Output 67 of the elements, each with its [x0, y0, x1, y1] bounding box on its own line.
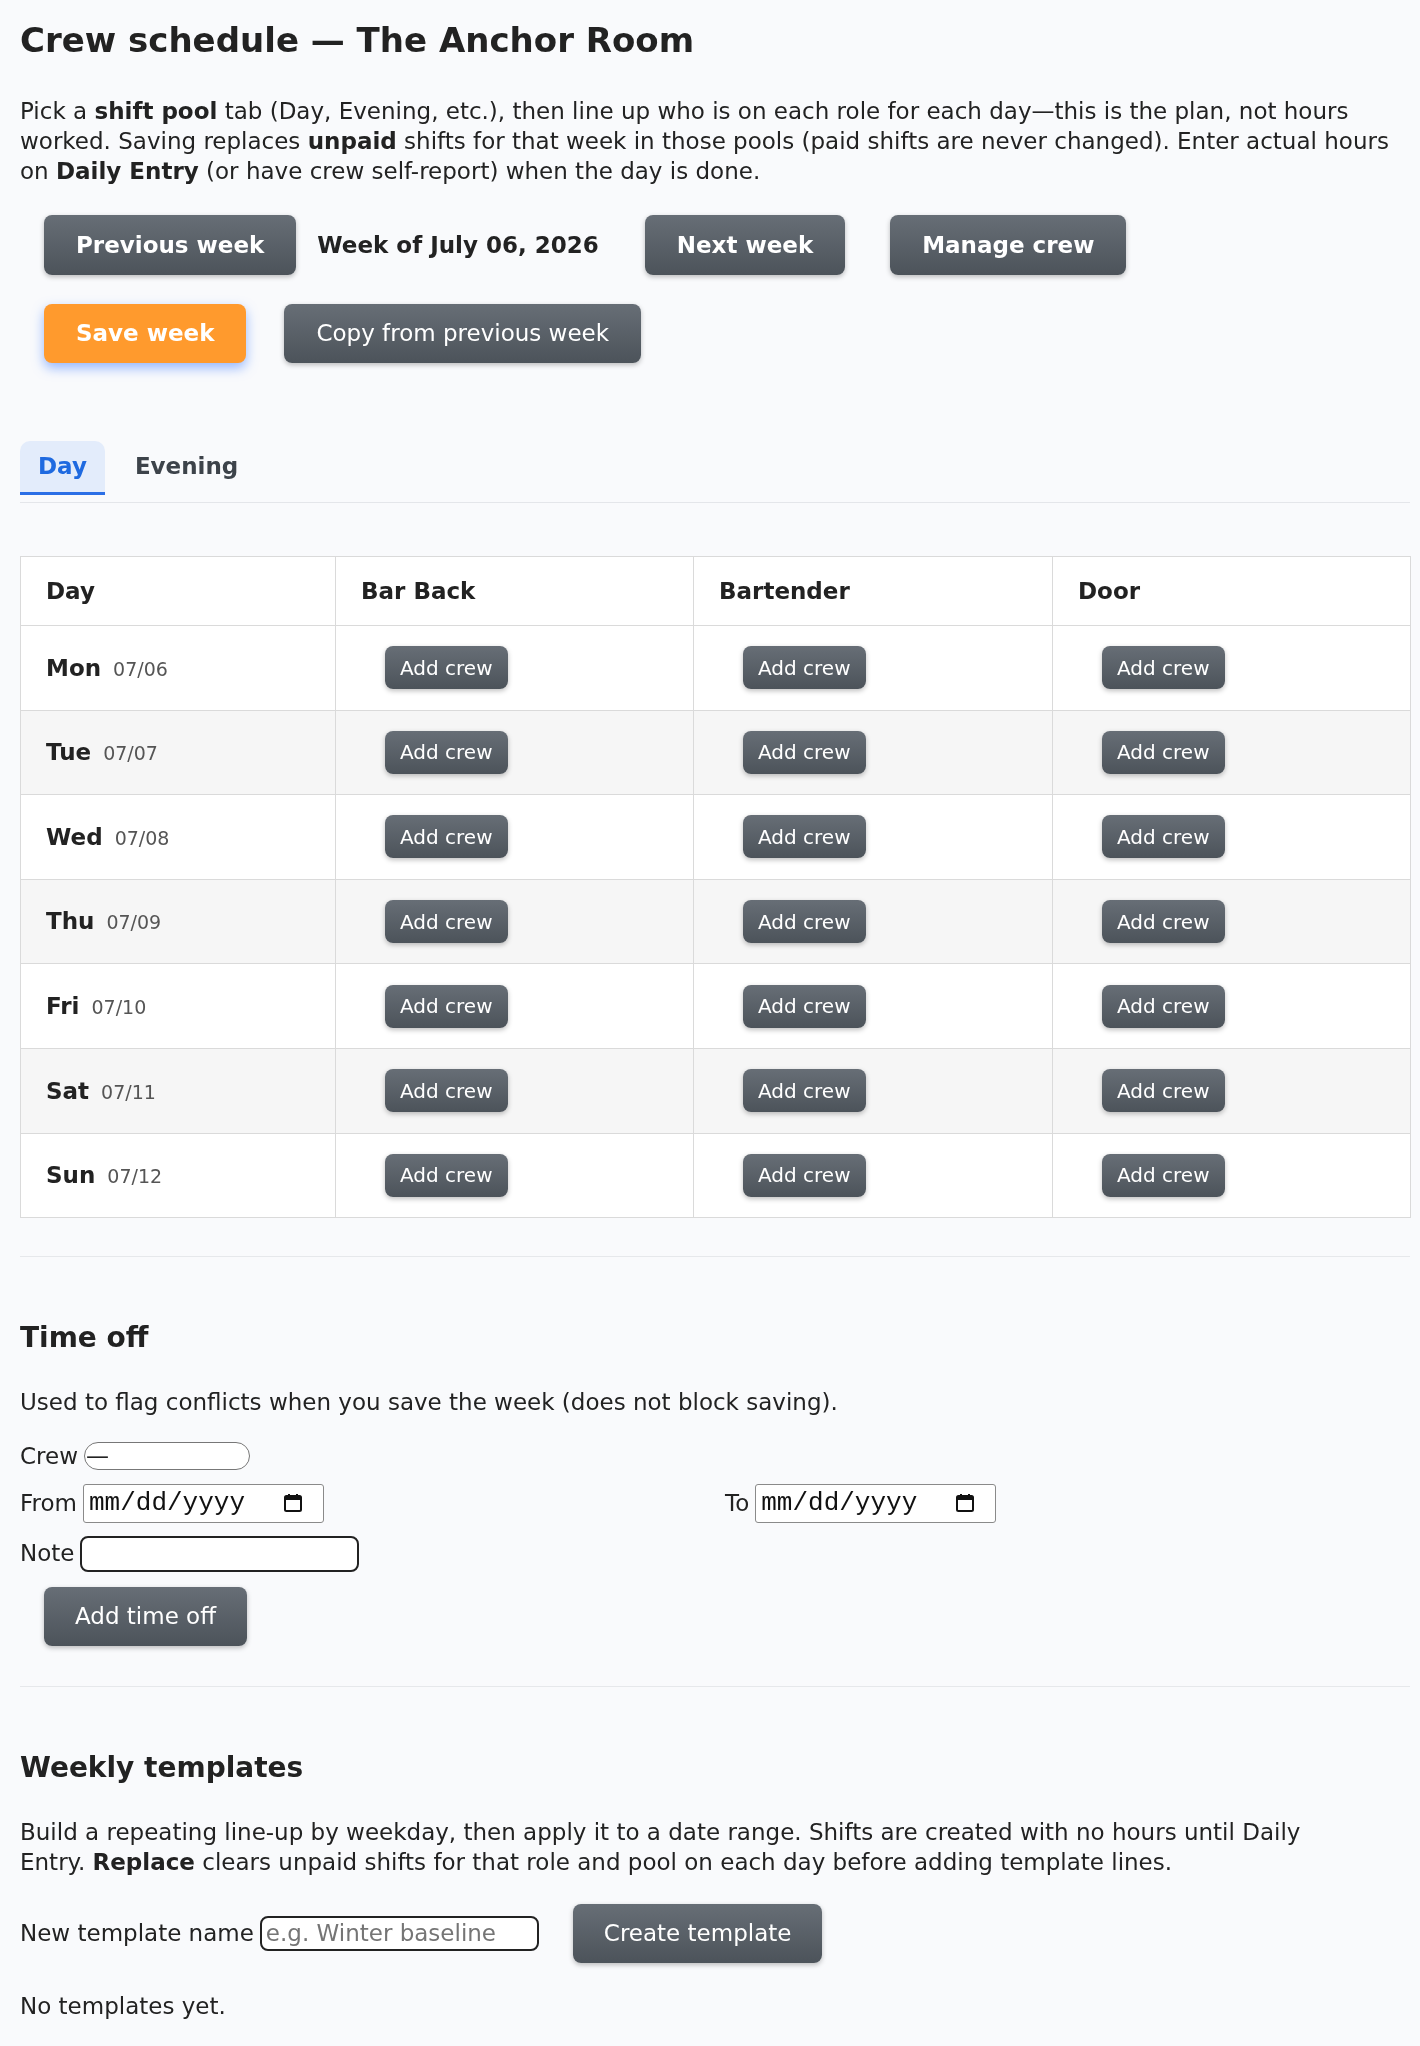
add-crew-button[interactable]: Add crew: [743, 730, 866, 774]
week-label: Week of July 06, 2026: [317, 230, 599, 260]
day-date: 07/12: [107, 1165, 163, 1188]
next-week-button[interactable]: Next week: [644, 215, 846, 275]
add-crew-button[interactable]: Add crew: [743, 646, 866, 690]
day-name: Sat: [46, 1077, 90, 1104]
add-crew-button[interactable]: Add crew: [1102, 1153, 1225, 1197]
add-crew-button[interactable]: Add crew: [1102, 730, 1225, 774]
note-label: Note: [20, 1539, 75, 1569]
crew-select[interactable]: —: [84, 1442, 250, 1471]
calendar-icon[interactable]: [283, 1493, 303, 1514]
add-crew-button[interactable]: Add crew: [385, 815, 508, 859]
add-crew-button[interactable]: Add crew: [385, 1153, 508, 1197]
note-input[interactable]: [80, 1535, 360, 1572]
template-name-label: New template name: [20, 1918, 254, 1948]
from-label: From: [20, 1488, 77, 1518]
add-crew-button[interactable]: Add crew: [743, 815, 866, 859]
column-header: Door: [1078, 577, 1141, 604]
day-date: 07/07: [103, 742, 158, 765]
pool-tab[interactable]: Day: [20, 441, 105, 495]
day-date: 07/11: [101, 1080, 156, 1103]
add-crew-button[interactable]: Add crew: [385, 646, 508, 690]
column-header: Bartender: [719, 577, 850, 604]
add-crew-button[interactable]: Add crew: [385, 900, 508, 944]
section-heading: Time off: [20, 1320, 149, 1357]
section-description: Used to flag conflicts when you save the week (does not block saving).: [20, 1388, 838, 1418]
day-name: Thu: [46, 908, 95, 935]
day-name: Mon: [46, 654, 102, 681]
day-date: 07/06: [113, 657, 168, 680]
create-template-button[interactable]: Create template: [572, 1903, 823, 1963]
add-crew-button[interactable]: Add crew: [1102, 646, 1225, 690]
add-crew-button[interactable]: Add crew: [1102, 1069, 1225, 1113]
day-date: 07/10: [91, 995, 147, 1018]
day-name: Fri: [46, 992, 80, 1019]
section-heading: Weekly templates: [20, 1749, 304, 1786]
add-crew-button[interactable]: Add crew: [1102, 815, 1225, 859]
date-field[interactable]: mm/dd/yyyy: [755, 1483, 997, 1523]
column-header: Bar Back: [361, 577, 476, 604]
day-date: 07/08: [114, 826, 170, 849]
day-name: Wed: [46, 823, 103, 850]
add-crew-button[interactable]: Add crew: [743, 900, 866, 944]
copy-button[interactable]: Copy from previous week: [284, 304, 641, 363]
pool-tab[interactable]: Evening: [116, 441, 257, 495]
add-crew-button[interactable]: Add crew: [743, 1069, 866, 1113]
section-description: Build a repeating line-up by weekday, then apply it to a date range. Shifts are created with no hours until Daily Entry. Replace clears unpaid shifts for that role and pool on each day before adding template lines.: [20, 1817, 1302, 1877]
crew-label: Crew: [20, 1442, 78, 1472]
date-field[interactable]: mm/dd/yyyy: [83, 1483, 324, 1523]
add-crew-button[interactable]: Add crew: [743, 1153, 866, 1197]
add-crew-button[interactable]: Add crew: [385, 730, 508, 774]
add-crew-button[interactable]: Add crew: [743, 984, 866, 1028]
add-time-off-button[interactable]: Add time off: [44, 1586, 248, 1646]
add-crew-button[interactable]: Add crew: [385, 984, 508, 1028]
add-crew-button[interactable]: Add crew: [1102, 900, 1225, 944]
to-label: To: [725, 1488, 750, 1518]
intro-paragraph: Pick a shift pool tab (Day, Evening, etc.), then line up who is on each role for each day—this is the plan, not hours worked. Saving replaces unpaid shifts for that week in those pools (paid shifts are never changed). Enter actual hours on Daily Entry (or have crew self-report) when the day is done.: [20, 97, 1390, 186]
previous-week-button[interactable]: Previous week: [44, 215, 297, 275]
manage-crew-button[interactable]: Manage crew: [890, 215, 1127, 275]
column-header: Day: [46, 577, 95, 604]
add-crew-button[interactable]: Add crew: [1102, 984, 1225, 1028]
page-title: Crew schedule — The Anchor Room: [20, 19, 695, 62]
day-name: Tue: [46, 739, 92, 766]
day-name: Sun: [46, 1162, 96, 1189]
day-date: 07/09: [106, 911, 162, 934]
add-crew-button[interactable]: Add crew: [385, 1069, 508, 1113]
template-name-input[interactable]: e.g. Winter baseline: [259, 1915, 539, 1951]
empty-message: No templates yet.: [20, 1991, 226, 2021]
calendar-icon[interactable]: [955, 1493, 976, 1514]
